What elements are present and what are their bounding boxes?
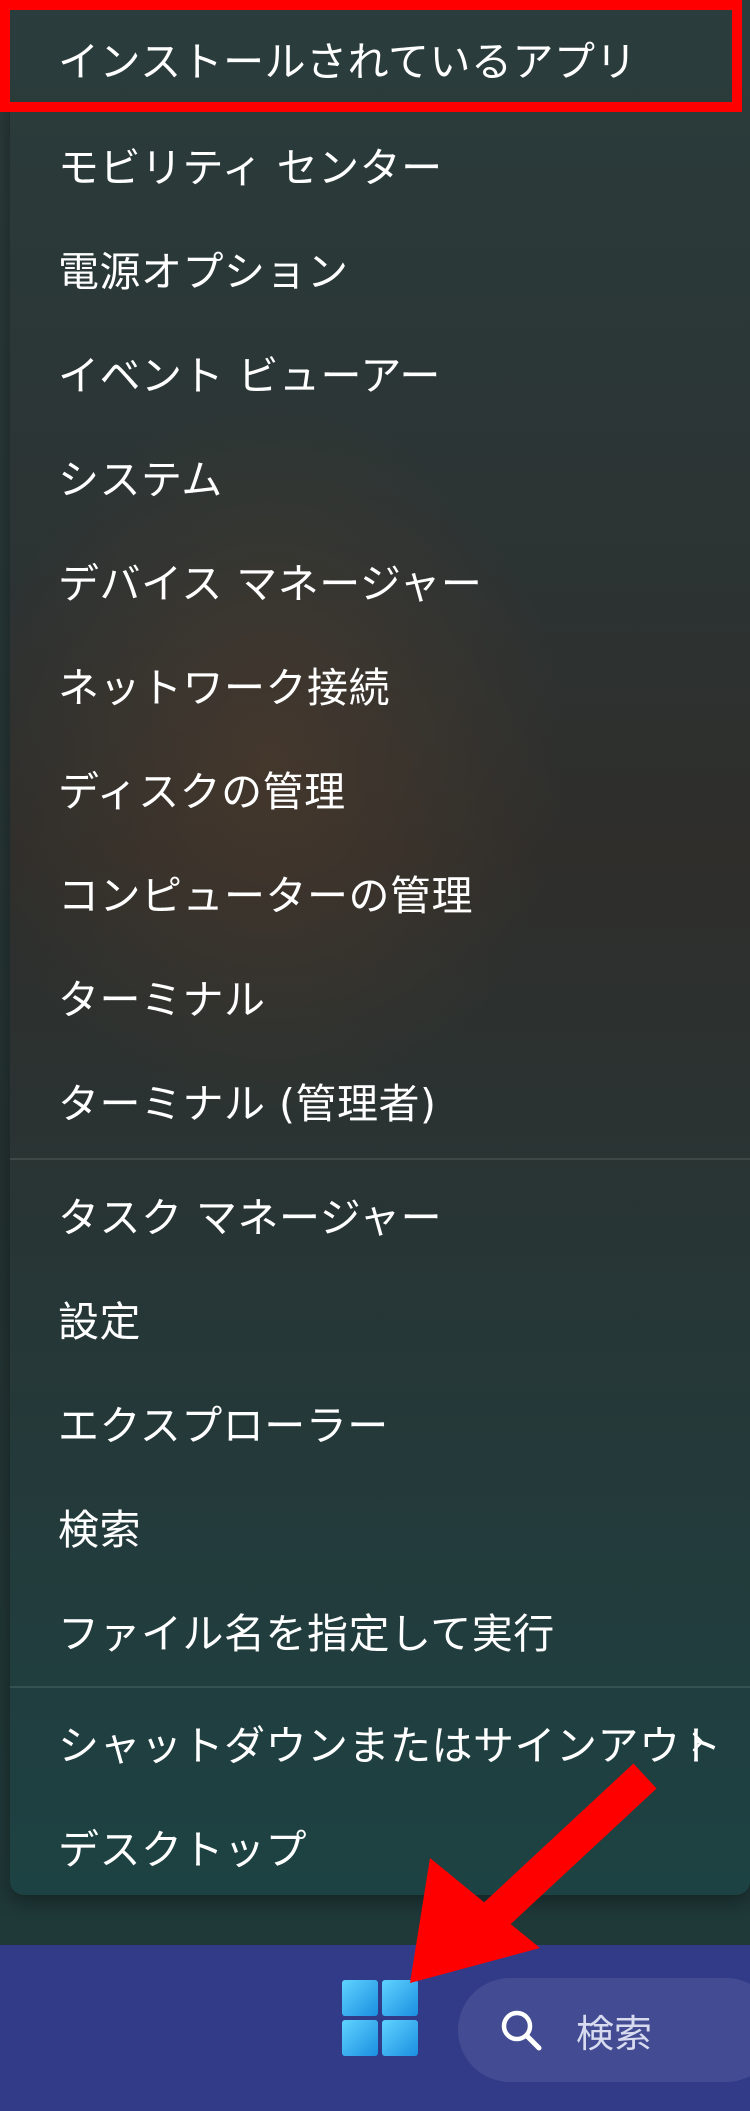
menu-item-label: モビリティ センター (58, 144, 443, 192)
menu-item-desktop[interactable]: デスクトップ (10, 1794, 750, 1895)
menu-item-system[interactable]: システム (10, 424, 750, 528)
menu-item-disk-management[interactable]: ディスクの管理 (10, 736, 750, 840)
menu-item-run[interactable]: ファイル名を指定して実行 (10, 1578, 750, 1682)
menu-item-label: ネットワーク接続 (58, 664, 390, 712)
menu-item-network-connections[interactable]: ネットワーク接続 (10, 632, 750, 736)
menu-item-terminal[interactable]: ターミナル (10, 944, 750, 1048)
menu-item-label: インストールされているアプリ (58, 38, 637, 86)
menu-item-label: ファイル名を指定して実行 (58, 1610, 555, 1658)
menu-item-shutdown-signout[interactable]: シャットダウンまたはサインアウト (10, 1690, 750, 1794)
menu-item-device-manager[interactable]: デバイス マネージャー (10, 528, 750, 632)
menu-item-label: シャットダウンまたはサインアウト (58, 1722, 722, 1770)
menu-item-power-options[interactable]: 電源オプション (10, 216, 750, 320)
menu-separator (10, 1686, 750, 1688)
chevron-right-icon (692, 1732, 704, 1752)
menu-item-label: エクスプローラー (58, 1402, 389, 1450)
menu-item-label: イベント ビューアー (58, 352, 441, 400)
menu-item-label: ターミナル (58, 976, 266, 1024)
search-placeholder: 検索 (576, 2011, 653, 2056)
menu-item-label: デバイス マネージャー (58, 560, 483, 608)
menu-item-label: デスクトップ (58, 1826, 307, 1874)
menu-item-label: 電源オプション (58, 248, 349, 296)
menu-item-installed-apps[interactable]: インストールされているアプリ (10, 6, 750, 110)
taskbar-search-box[interactable]: 検索 (458, 1978, 750, 2082)
start-button[interactable] (330, 1968, 430, 2068)
menu-item-label: 検索 (58, 1506, 141, 1554)
menu-item-label: ターミナル (管理者) (58, 1080, 437, 1128)
menu-item-terminal-admin[interactable]: ターミナル (管理者) (10, 1048, 750, 1152)
menu-item-computer-management[interactable]: コンピューターの管理 (10, 840, 750, 944)
menu-item-mobility-center[interactable]: モビリティ センター (10, 112, 750, 216)
winx-context-menu: インストールされているアプリ モビリティ センター 電源オプション イベント ビ… (10, 0, 750, 1895)
menu-item-settings[interactable]: 設定 (10, 1266, 750, 1370)
menu-item-label: ディスクの管理 (58, 768, 346, 816)
menu-separator (10, 1158, 750, 1160)
search-icon (501, 2010, 542, 2051)
menu-item-label: タスク マネージャー (58, 1194, 443, 1242)
menu-item-label: コンピューターの管理 (58, 872, 473, 920)
menu-item-search[interactable]: 検索 (10, 1474, 750, 1578)
screenshot-stage: インストールされているアプリ モビリティ センター 電源オプション イベント ビ… (0, 0, 750, 2111)
menu-item-explorer[interactable]: エクスプローラー (10, 1370, 750, 1474)
windows-logo-icon (342, 1980, 418, 2056)
menu-item-label: 設定 (58, 1298, 141, 1346)
menu-item-label: システム (58, 456, 223, 504)
menu-item-task-manager[interactable]: タスク マネージャー (10, 1162, 750, 1266)
menu-item-event-viewer[interactable]: イベント ビューアー (10, 320, 750, 424)
